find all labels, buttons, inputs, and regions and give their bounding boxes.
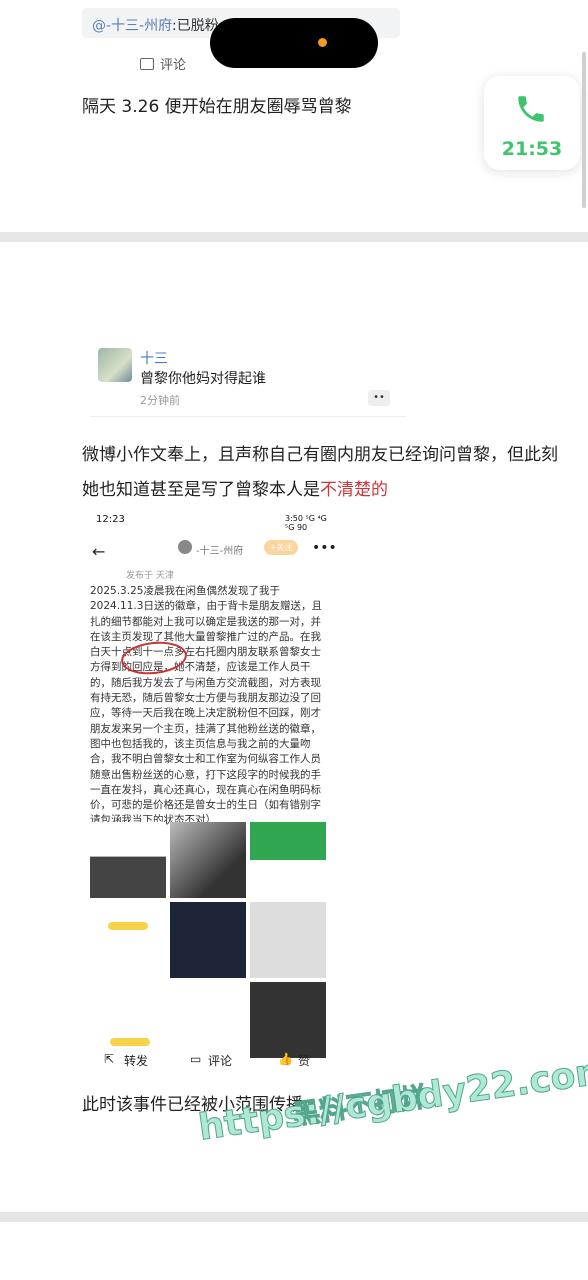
highlight-text: 不清楚的 xyxy=(320,480,388,500)
grid-image xyxy=(170,902,246,978)
section-divider xyxy=(0,232,588,242)
call-widget[interactable]: 21:53 xyxy=(484,76,580,170)
post-time: 2分钟前 xyxy=(140,394,180,407)
poster-name[interactable]: 十三 xyxy=(140,348,168,368)
grid-image xyxy=(250,822,326,898)
quoted-user[interactable]: @-十三-州府 xyxy=(92,15,172,35)
post-text: 曾黎你他妈对得起谁 xyxy=(140,371,266,387)
grid-image xyxy=(250,902,326,978)
post-body: 2025.3.25凌晨我在闲鱼偶然发现了我于2024.11.3日送的徽章，由于背… xyxy=(90,585,322,827)
repost-label: 转发 xyxy=(124,1054,149,1068)
repost-icon: ⇱ xyxy=(104,1052,115,1066)
call-timer: 21:53 xyxy=(501,138,563,160)
weibo-post-card: 十三 曾黎你他妈对得起谁 2分钟前 •• xyxy=(90,338,406,418)
paragraph-2: 微博小作文奉上，且声称自己有圈内朋友已经询问曾黎，但此刻她也知道甚至是写了曾黎本… xyxy=(82,438,562,508)
grid-image xyxy=(170,822,246,898)
more-icon: ••• xyxy=(312,540,337,556)
more-icon[interactable]: •• xyxy=(368,390,390,406)
phone-icon xyxy=(518,96,544,122)
image-grid xyxy=(90,822,330,1058)
grid-image xyxy=(170,982,246,1058)
status-time: 12:23 xyxy=(96,514,125,525)
screenshot-avatar xyxy=(178,540,192,554)
scrollbar[interactable] xyxy=(582,52,586,208)
comment-label: 评论 xyxy=(160,58,187,73)
screenshot-user: -十三-州府 xyxy=(196,546,244,557)
grid-image xyxy=(250,982,326,1058)
recording-dot xyxy=(318,38,327,47)
post-location: 发布于 天津 xyxy=(126,571,174,581)
back-arrow-icon: ← xyxy=(92,542,106,561)
comment-icon xyxy=(140,58,154,70)
section-divider xyxy=(0,1212,588,1222)
grid-image xyxy=(90,902,166,978)
grid-image xyxy=(90,822,166,898)
embedded-screenshot: 12:23 3:50 ⁵G ⁴G ⁵G 90 ← -十三-州府 +关注 ••• … xyxy=(90,506,337,1076)
divider xyxy=(90,416,406,417)
like-label: 赞 xyxy=(298,1054,311,1068)
follow-button: +关注 xyxy=(264,540,298,555)
avatar[interactable] xyxy=(98,348,132,382)
status-icons: 3:50 ⁵G ⁴G ⁵G 90 xyxy=(285,514,327,532)
grid-image xyxy=(90,982,166,1058)
like-icon: 👍 xyxy=(278,1052,293,1066)
comment-button[interactable]: 评论 xyxy=(140,54,186,73)
dynamic-island xyxy=(210,18,378,68)
paragraph-1: 隔天 3.26 便开始在朋友圈辱骂曾黎 xyxy=(82,97,352,117)
action-bar: ⇱ 转发 ▭ 评论 👍 赞 xyxy=(90,1050,330,1076)
comment-label: 评论 xyxy=(208,1054,233,1068)
comment-icon: ▭ xyxy=(190,1052,202,1066)
